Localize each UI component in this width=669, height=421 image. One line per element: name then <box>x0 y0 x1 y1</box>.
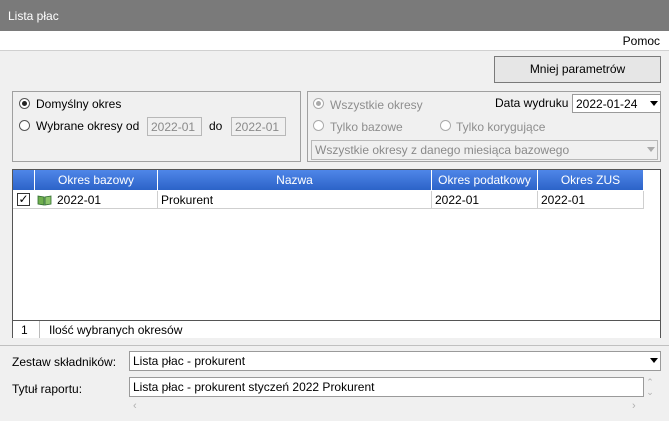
components-select[interactable]: Lista płac - prokurent <box>129 351 661 371</box>
all-periods-label: Wszystkie okresy <box>330 98 423 112</box>
base-only-label: Tylko bazowe <box>330 120 403 134</box>
row-checkbox[interactable]: ✓ <box>17 193 30 206</box>
selected-periods-label: Wybrane okresy od <box>36 119 140 133</box>
corrective-only-label: Tylko korygujące <box>456 120 546 134</box>
report-title-label: Tytuł raportu: <box>12 382 83 396</box>
print-date-label: Data wydruku <box>495 96 569 110</box>
grid-footer: 1 Ilość wybranych okresów <box>13 320 660 338</box>
corrective-only-radio[interactable] <box>440 120 451 131</box>
menu-help[interactable]: Pomoc <box>623 34 660 48</box>
selected-periods-radio[interactable] <box>19 120 30 131</box>
print-date-value: 2022-01-24 <box>576 97 638 111</box>
default-period-radio[interactable] <box>19 98 30 109</box>
scroll-down-icon[interactable]: ⌄ <box>645 388 655 397</box>
chevron-down-icon[interactable] <box>647 147 655 152</box>
chevron-down-icon[interactable] <box>650 101 658 106</box>
chevron-down-icon[interactable] <box>650 358 658 363</box>
components-value: Lista płac - prokurent <box>133 354 246 368</box>
selected-count-label: Ilość wybranych okresów <box>49 323 183 337</box>
divider <box>0 345 669 346</box>
window-title: Lista płac <box>8 9 59 23</box>
components-label: Zestaw składników: <box>12 355 117 369</box>
scope-value: Wszystkie okresy z danego miesiąca bazow… <box>315 143 570 157</box>
scope-select[interactable]: Wszystkie okresy z danego miesiąca bazow… <box>311 140 658 160</box>
scroll-up-icon[interactable]: ⌃ <box>645 378 655 387</box>
table-row[interactable]: ✓ 2022-01 Prokurent 2022-01 2022-01 <box>13 191 644 209</box>
selected-count: 1 <box>13 321 40 338</box>
less-params-button[interactable]: Mniej parametrów <box>494 56 661 83</box>
cell-tax-period: 2022-01 <box>432 191 538 209</box>
scroll-left-icon[interactable]: ‹ <box>133 400 137 412</box>
window-titlebar: Lista płac <box>0 0 669 31</box>
report-title-input[interactable]: Lista płac - prokurent styczeń 2022 Prok… <box>129 377 644 397</box>
col-zus-period[interactable]: Okres ZUS <box>538 170 644 190</box>
book-icon <box>37 195 52 206</box>
all-periods-radio[interactable] <box>313 98 324 109</box>
periods-grid: Okres bazowy Nazwa Okres podatkowy Okres… <box>12 169 661 338</box>
cell-name: Prokurent <box>158 191 432 209</box>
period-to-input[interactable]: 2022-01 <box>231 117 286 136</box>
print-date-picker[interactable]: 2022-01-24 <box>572 94 661 113</box>
col-base-period[interactable]: Okres bazowy <box>35 170 158 190</box>
menu-bar: Pomoc <box>0 31 669 51</box>
base-period-value: 2022-01 <box>57 193 102 207</box>
cell-base-period: ✓ 2022-01 <box>13 191 158 209</box>
scroll-right-icon[interactable]: › <box>632 400 636 412</box>
period-to-label: do <box>209 119 223 133</box>
col-name[interactable]: Nazwa <box>158 170 432 190</box>
grid-header: Okres bazowy Nazwa Okres podatkowy Okres… <box>13 170 644 190</box>
default-period-label: Domyślny okres <box>36 97 122 111</box>
period-from-input[interactable]: 2022-01 <box>147 117 202 136</box>
col-tax-period[interactable]: Okres podatkowy <box>432 170 538 190</box>
grid-header-check <box>13 170 35 190</box>
base-only-radio[interactable] <box>313 120 324 131</box>
cell-zus-period: 2022-01 <box>538 191 644 209</box>
